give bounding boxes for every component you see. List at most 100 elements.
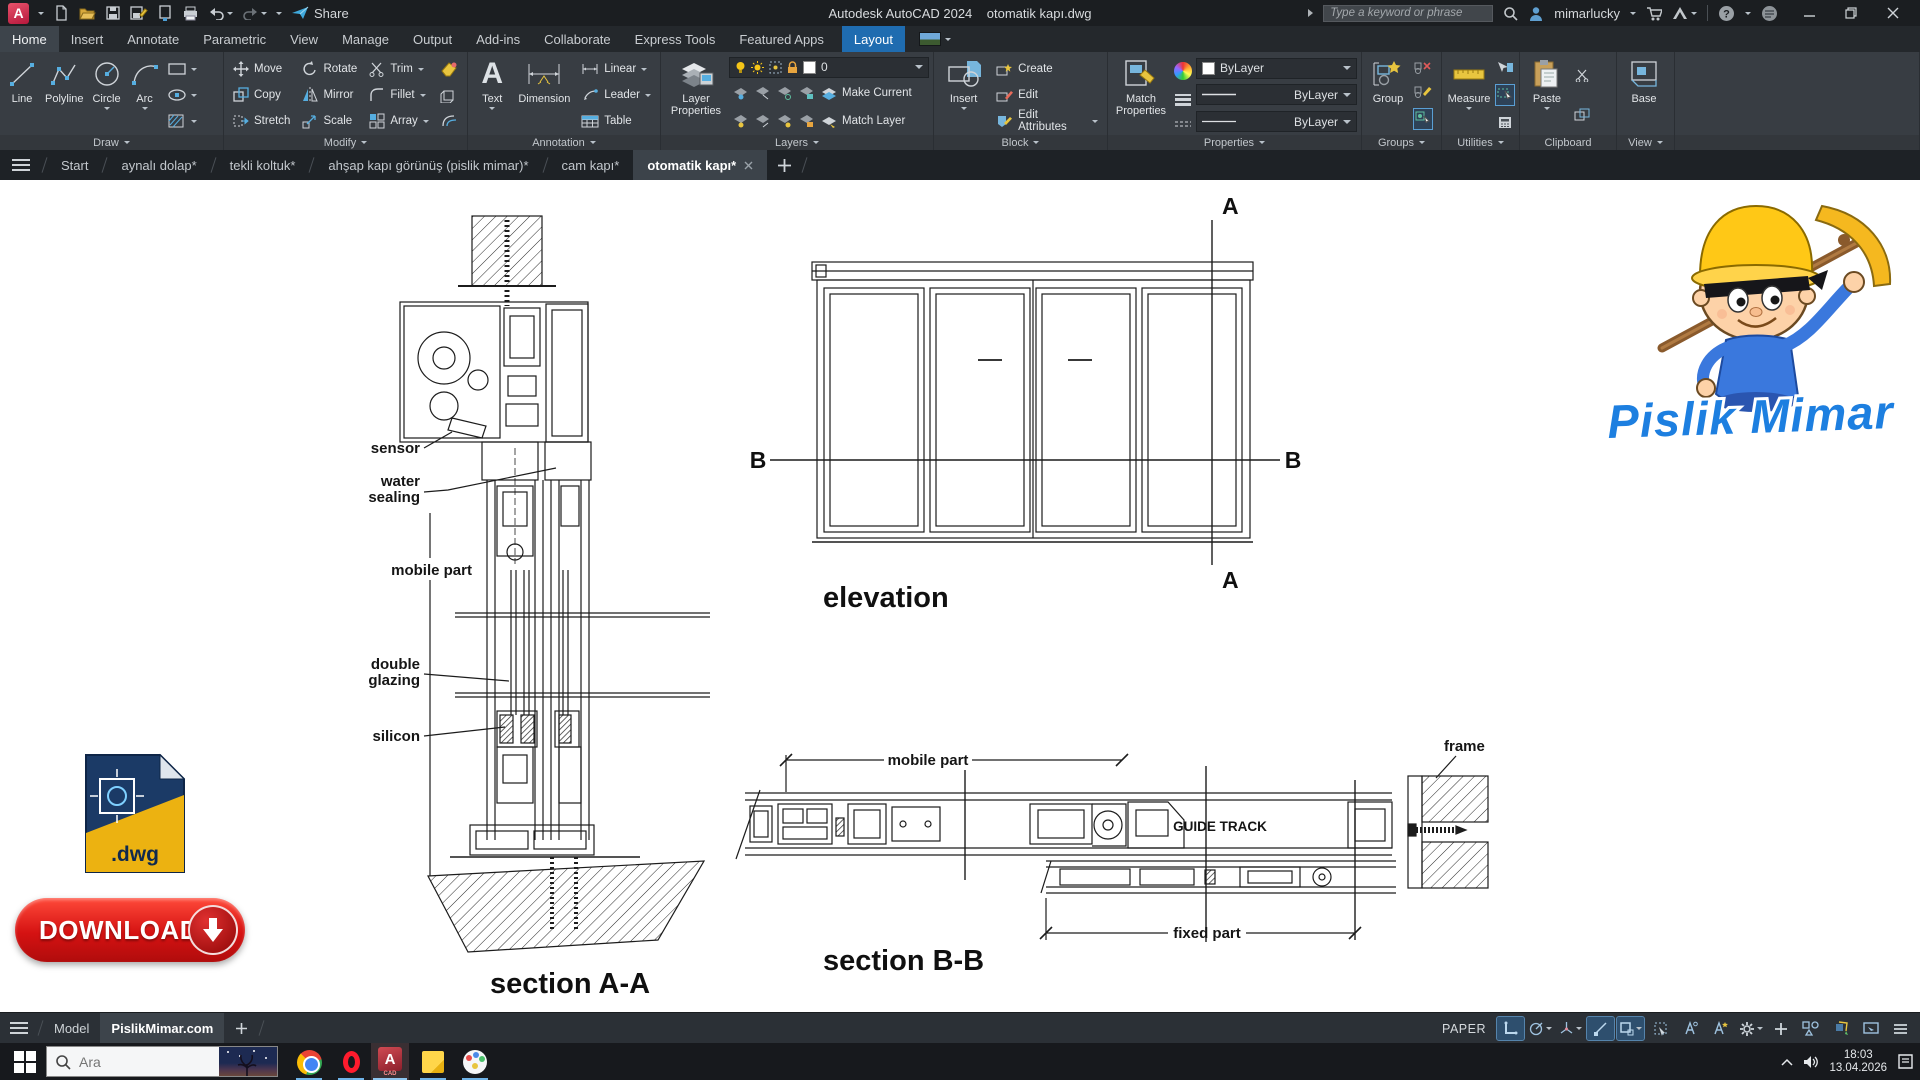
object-snap-toggle[interactable] <box>1617 1017 1644 1040</box>
osnap-caret-icon[interactable] <box>1636 1027 1642 1030</box>
lineweight-select[interactable]: ByLayer <box>1196 84 1357 105</box>
paper-space-toggle[interactable]: PAPER <box>1442 1022 1486 1036</box>
taskbar-clock[interactable]: 18:03 13.04.2026 <box>1829 1049 1887 1075</box>
doc-tab-cam-kapi[interactable]: cam kapı* <box>548 150 634 180</box>
annotation-scale-gear[interactable] <box>1737 1017 1764 1040</box>
erase-icon[interactable] <box>438 61 458 77</box>
drawing-canvas[interactable]: sensor water sealing mobile part double … <box>0 180 1920 1012</box>
search-icon[interactable] <box>1503 6 1518 21</box>
array-caret-icon[interactable] <box>423 120 429 123</box>
fillet-tool[interactable]: Fillet <box>364 83 433 108</box>
tab-parametric[interactable]: Parametric <box>191 26 278 52</box>
annotation-visibility-toggle[interactable] <box>1677 1017 1704 1040</box>
gear-caret-icon[interactable] <box>1757 1027 1763 1030</box>
taskbar-opera-icon[interactable] <box>332 1046 370 1078</box>
lineweight-icon[interactable] <box>1174 94 1192 106</box>
doc-tab-start[interactable]: Start <box>47 150 102 180</box>
panel-label-draw[interactable]: Draw <box>0 135 223 150</box>
signed-in-user[interactable]: mimarlucky <box>1554 6 1620 21</box>
offset-icon[interactable] <box>438 113 458 129</box>
tab-featured-apps[interactable]: Featured Apps <box>727 26 836 52</box>
circle-caret-icon[interactable] <box>104 107 110 110</box>
rectangle-tool[interactable] <box>167 62 197 76</box>
text-tool[interactable]: A Text <box>472 55 513 135</box>
linear-dimension-tool[interactable]: Linear <box>576 57 656 82</box>
object-color-select[interactable]: ByLayer <box>1196 58 1357 79</box>
match-layer-button[interactable]: Match Layer <box>821 109 905 134</box>
linetype-select[interactable]: ByLayer <box>1196 111 1357 132</box>
quick-select-icon[interactable] <box>1496 61 1514 74</box>
search-collapse-icon[interactable] <box>1308 9 1313 17</box>
arc-caret-icon[interactable] <box>142 107 148 110</box>
fillet-caret-icon[interactable] <box>420 94 426 97</box>
rotate-tool[interactable]: Rotate <box>297 57 362 82</box>
trim-tool[interactable]: Trim <box>364 57 433 82</box>
table-tool[interactable]: Table <box>576 109 656 134</box>
make-current-button[interactable]: Make Current <box>821 81 912 106</box>
panel-label-layers[interactable]: Layers <box>661 135 933 150</box>
copy-clip-icon[interactable] <box>1574 108 1592 121</box>
units-shapes-button[interactable] <box>1797 1017 1824 1040</box>
measure-button[interactable]: Measure <box>1446 55 1492 135</box>
doc-tab-tekli-koltuk[interactable]: tekli koltuk* <box>216 150 310 180</box>
layer-unlock-icon[interactable] <box>777 114 792 128</box>
polar-tracking-toggle[interactable] <box>1527 1017 1554 1040</box>
arc-tool[interactable]: Arc <box>127 55 163 135</box>
tab-layout[interactable]: Layout <box>842 26 905 52</box>
paste-caret-icon[interactable] <box>1544 107 1550 110</box>
layer-freeze2-icon[interactable] <box>777 86 792 100</box>
tab-insert[interactable]: Insert <box>59 26 116 52</box>
tab-output[interactable]: Output <box>401 26 464 52</box>
notification-center-icon[interactable] <box>1897 1054 1914 1069</box>
start-button[interactable] <box>0 1051 36 1073</box>
taskbar-paint-icon[interactable] <box>456 1046 494 1078</box>
app-menu-caret-icon[interactable] <box>38 12 44 15</box>
panel-label-annotation[interactable]: Annotation <box>468 135 660 150</box>
leader-caret-icon[interactable] <box>645 94 651 97</box>
tab-collaborate[interactable]: Collaborate <box>532 26 623 52</box>
taskbar-search-input[interactable] <box>79 1054 209 1070</box>
snap-mode-toggle[interactable] <box>1497 1017 1524 1040</box>
plot-icon[interactable] <box>157 5 173 21</box>
panel-label-properties[interactable]: Properties <box>1108 135 1361 150</box>
explode-icon[interactable] <box>438 87 458 103</box>
panel-label-clipboard[interactable]: Clipboard <box>1520 135 1616 150</box>
insert-block-button[interactable]: Insert <box>938 55 989 135</box>
redo-button[interactable] <box>242 6 267 20</box>
group-selection-toggle[interactable] <box>1414 109 1432 129</box>
doc-tab-otomatik-kapi[interactable]: otomatik kapı* <box>633 150 767 180</box>
ribbon-display-toggle[interactable] <box>919 26 951 52</box>
paste-button[interactable]: Paste <box>1524 55 1570 135</box>
doc-tabs-menu-icon[interactable] <box>0 150 42 180</box>
group-edit-icon[interactable] <box>1414 85 1432 98</box>
tab-home[interactable]: Home <box>0 26 59 52</box>
taskbar-chrome-icon[interactable] <box>290 1046 328 1078</box>
taskbar-notes-icon[interactable] <box>414 1046 452 1078</box>
panel-label-groups[interactable]: Groups <box>1362 135 1441 150</box>
autocad-logo[interactable]: A <box>8 3 29 24</box>
doc-tab-ahsap-kapi[interactable]: ahşap kapı görünüş (pislik mimar)* <box>314 150 542 180</box>
panel-label-utilities[interactable]: Utilities <box>1442 135 1519 150</box>
group-button[interactable]: Group <box>1366 55 1410 135</box>
line-tool[interactable]: Line <box>4 55 40 135</box>
leader-tool[interactable]: Leader <box>576 83 656 108</box>
fullscreen-button[interactable] <box>1857 1017 1884 1040</box>
model-tab[interactable]: Model <box>43 1013 100 1044</box>
hatch-tool[interactable] <box>167 114 197 128</box>
user-icon[interactable] <box>1528 6 1544 21</box>
dimension-tool[interactable]: Dimension <box>515 55 575 135</box>
tab-express-tools[interactable]: Express Tools <box>623 26 728 52</box>
undo-caret-icon[interactable] <box>227 12 233 15</box>
color-wheel-icon[interactable] <box>1174 62 1192 80</box>
ellipse-tool[interactable] <box>167 88 197 102</box>
panel-label-block[interactable]: Block <box>934 135 1107 150</box>
search-highlight-image[interactable] <box>219 1046 277 1077</box>
share-button[interactable]: Share <box>291 6 349 21</box>
autodesk-apps-button[interactable] <box>1672 6 1697 20</box>
doc-tab-aynali-dolap[interactable]: aynalı dolap* <box>107 150 210 180</box>
measure-caret-icon[interactable] <box>1466 107 1472 110</box>
polar-caret-icon[interactable] <box>1546 1027 1552 1030</box>
layer-thaw-icon[interactable] <box>755 114 770 128</box>
text-caret-icon[interactable] <box>489 107 495 110</box>
new-drawing-button[interactable] <box>767 150 802 180</box>
